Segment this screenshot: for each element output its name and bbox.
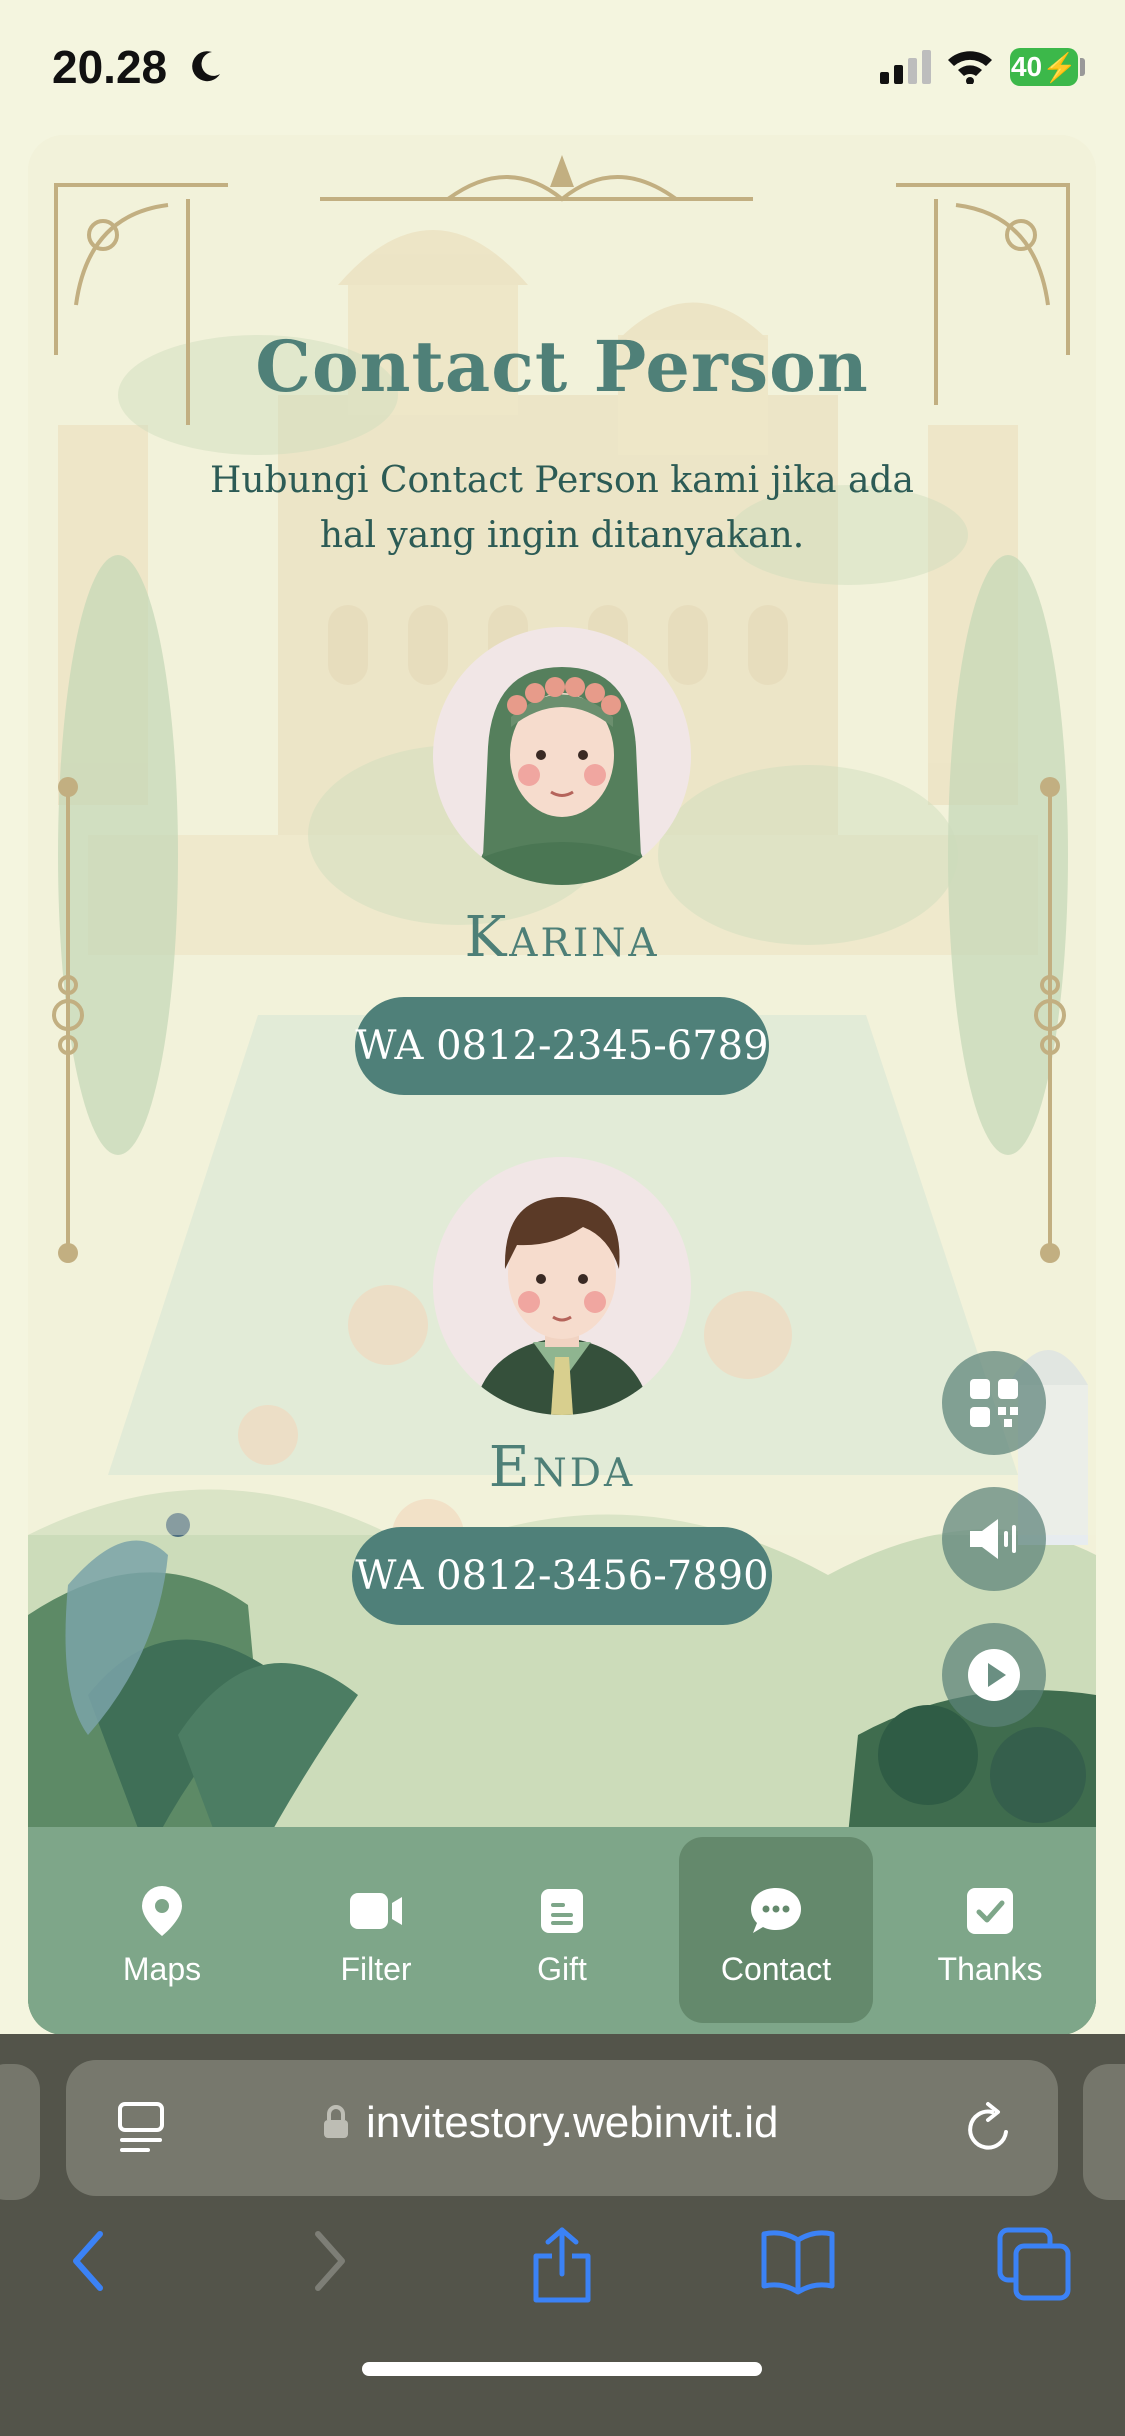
map-pin-icon (142, 1886, 182, 1936)
nav-label-maps: Maps (122, 1951, 202, 1987)
battery-level: 40 (1010, 51, 1043, 82)
tabs-icon[interactable] (996, 2226, 1072, 2302)
avatar-enda (433, 1157, 691, 1415)
bookmarks-icon[interactable] (760, 2226, 836, 2296)
nav-item-contact[interactable]: Contact (679, 1827, 873, 2035)
status-time: 20.28 (52, 41, 168, 93)
home-indicator (362, 2362, 762, 2376)
moon-icon (192, 51, 220, 82)
back-icon[interactable] (66, 2226, 110, 2296)
nav-label-filter: Filter (340, 1951, 412, 1987)
gift-document-icon (541, 1889, 583, 1933)
checkmark-icon (967, 1888, 1013, 1934)
share-icon[interactable] (530, 2226, 594, 2306)
bottom-navigation: Maps Filter Gift Contact Thanks (28, 1827, 1096, 2035)
url-text: invitestory.webinvit.id (366, 2098, 779, 2147)
nav-label-contact: Contact (720, 1951, 832, 1987)
section-title: Contact Person (255, 325, 869, 408)
battery-charging-icon: 40 ⚡ (1010, 48, 1078, 86)
battery-tip (1080, 58, 1085, 76)
nav-item-filter[interactable]: Filter (279, 1827, 473, 2035)
section-subtitle: Hubungi Contact Person kami jika ada hal… (209, 460, 915, 556)
signal-icon (880, 50, 931, 84)
contact-name-1: Karina (464, 905, 660, 970)
nav-item-thanks[interactable]: Thanks (893, 1827, 1087, 2035)
status-bar: 20.28 40 ⚡ (0, 0, 1125, 135)
nav-item-maps[interactable]: Maps (65, 1827, 259, 2035)
chat-bubble-icon (751, 1888, 801, 1933)
invitation-card: Contact Person Hubungi Contact Person ka… (28, 135, 1096, 2035)
previous-tab-preview[interactable] (0, 2064, 40, 2200)
avatar-karina (433, 627, 691, 885)
forward-icon[interactable] (308, 2226, 352, 2296)
female-avatar-icon (473, 667, 651, 885)
whatsapp-button-1[interactable]: WA 0812-2345-6789 (355, 997, 769, 1095)
qr-code-icon (970, 1379, 1018, 1427)
reload-icon[interactable] (962, 2098, 1018, 2158)
play-icon (968, 1649, 1020, 1701)
video-camera-icon (350, 1893, 402, 1929)
speaker-icon (970, 1519, 1016, 1559)
reader-mode-icon[interactable] (116, 2098, 166, 2158)
nav-label-thanks: Thanks (937, 1951, 1043, 1987)
nav-item-gift[interactable]: Gift (465, 1827, 659, 2035)
lock-icon (324, 2105, 348, 2138)
whatsapp-button-2[interactable]: WA 0812-3456-7890 (352, 1527, 772, 1625)
qr-code-button[interactable] (942, 1351, 1046, 1455)
male-avatar-icon (473, 1197, 651, 1415)
play-button[interactable] (942, 1623, 1046, 1727)
nav-label-gift: Gift (537, 1951, 587, 1987)
address-bar[interactable]: invitestory.webinvit.id (66, 2060, 1058, 2196)
next-tab-preview[interactable] (1083, 2064, 1125, 2200)
contact-name-2: Enda (488, 1435, 636, 1500)
sound-button[interactable] (942, 1487, 1046, 1591)
wifi-icon (948, 51, 992, 84)
